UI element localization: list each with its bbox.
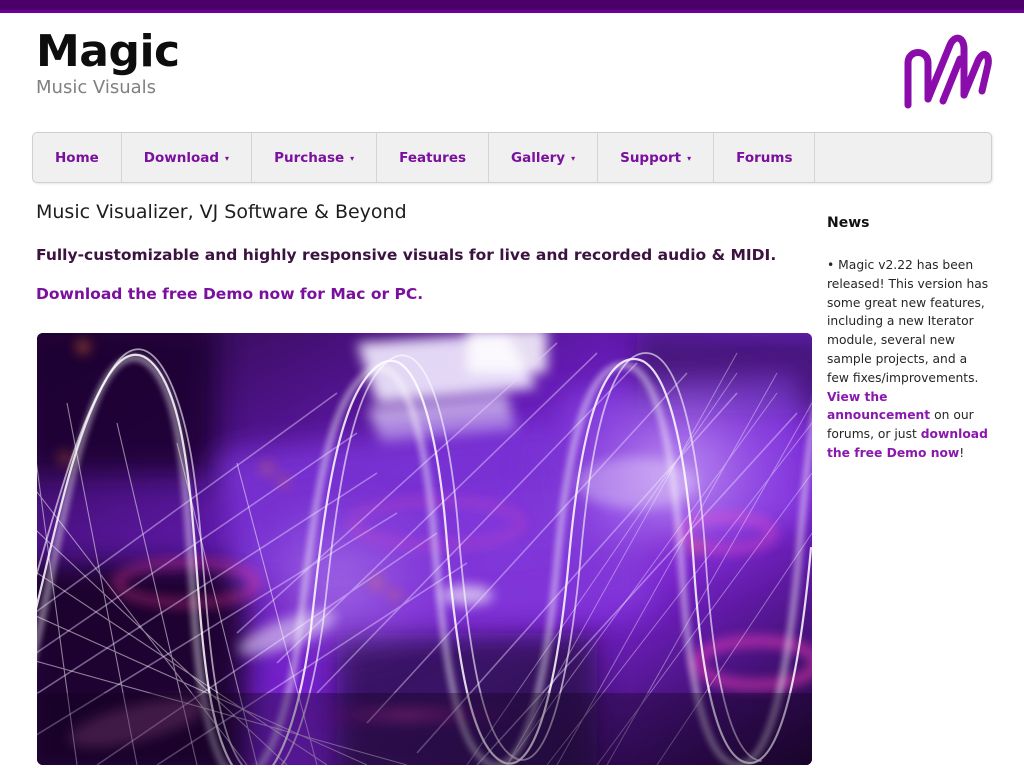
site-header: Magic Music Visuals [0, 13, 1024, 125]
news-sidebar: News • Magic v2.22 has been released! Th… [827, 213, 989, 463]
tagline-text: Fully-customizable and highly responsive… [36, 246, 777, 264]
nav-item-forums[interactable]: Forums [714, 133, 816, 182]
nav-item-support[interactable]: Support ▾ [598, 133, 715, 182]
nav-item-purchase[interactable]: Purchase ▾ [252, 133, 378, 182]
view-announcement-link[interactable]: View the announcement [827, 390, 930, 423]
page-title: Music Visualizer, VJ Software & Beyond [36, 201, 407, 223]
news-text-part1: Magic v2.22 has been released! This vers… [827, 258, 989, 385]
nav-item-download[interactable]: Download ▾ [122, 133, 253, 182]
nav-item-gallery[interactable]: Gallery ▾ [489, 133, 599, 182]
chevron-down-icon: ▾ [571, 153, 576, 163]
magic-m-logo-icon [898, 29, 994, 115]
download-demo-link[interactable]: Download the free Demo now for Mac or PC… [36, 283, 812, 305]
chevron-down-icon: ▾ [687, 153, 692, 163]
nav-item-features[interactable]: Features [377, 133, 490, 182]
nav-item-home[interactable]: Home [33, 133, 122, 182]
main-navigation: Home Download ▾ Purchase ▾ Features Gall… [32, 132, 992, 183]
nav-label-gallery: Gallery [511, 149, 566, 166]
news-item: • Magic v2.22 has been released! This ve… [827, 256, 989, 463]
nav-empty-area [815, 133, 991, 182]
nav-label-forums: Forums [736, 149, 793, 166]
hero-image [37, 333, 812, 765]
chevron-down-icon: ▾ [350, 153, 355, 163]
nav-label-features: Features [399, 149, 467, 166]
nav-label-purchase: Purchase [274, 149, 345, 166]
news-text-part3: ! [959, 445, 965, 460]
main-content: Music Visualizer, VJ Software & Beyond F… [36, 199, 812, 305]
page-container: Magic Music Visuals Home Download ▾ Purc… [0, 13, 1024, 768]
nav-label-support: Support [620, 149, 682, 166]
brand-block[interactable]: Magic Music Visuals [36, 26, 180, 100]
brand-subtitle: Music Visuals [36, 77, 157, 98]
news-heading: News [827, 215, 870, 231]
chevron-down-icon: ▾ [225, 153, 230, 163]
brand-title: Magic [36, 26, 180, 77]
nav-label-home: Home [55, 149, 99, 166]
nav-label-download: Download [143, 149, 220, 166]
top-accent-bar-dark [0, 0, 1024, 10]
